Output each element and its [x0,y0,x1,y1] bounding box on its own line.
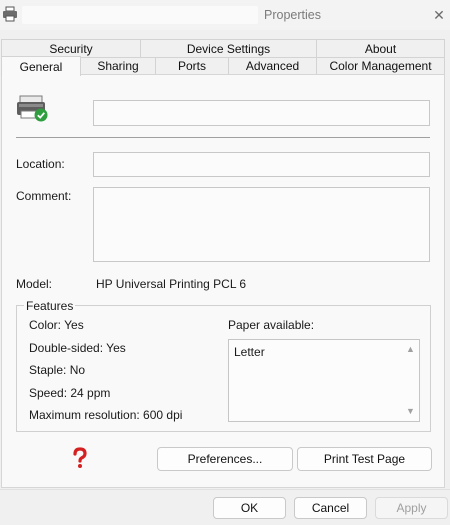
location-input[interactable] [93,152,430,177]
cancel-button[interactable]: Cancel [294,497,367,519]
scroll-down-icon[interactable]: ▼ [406,406,415,416]
tab-about[interactable]: About [316,39,445,58]
button-label: Apply [396,501,427,515]
tab-device-settings[interactable]: Device Settings [140,39,317,58]
tab-color-management[interactable]: Color Management [316,57,445,75]
comment-textarea[interactable] [93,187,430,262]
tab-label: About [364,41,397,56]
tab-general[interactable]: General [1,56,81,76]
feature-color: Color: Yes [29,318,84,332]
tab-advanced[interactable]: Advanced [228,57,317,75]
list-item[interactable]: Letter [234,345,265,359]
apply-button[interactable]: Apply [375,497,448,519]
model-label: Model: [16,277,53,291]
comment-label: Comment: [16,189,72,203]
printer-ready-icon [16,94,50,124]
tab-label: Advanced [245,59,300,73]
preferences-button[interactable]: Preferences... [157,447,293,471]
close-icon: ✕ [433,6,445,23]
feature-max-resolution: Maximum resolution: 600 dpi [29,408,183,422]
help-icon[interactable] [70,446,90,476]
feature-speed: Speed: 24 ppm [29,386,111,400]
feature-staple: Staple: No [29,363,86,377]
window-title: Properties [264,8,321,22]
tab-label: Sharing [97,59,139,73]
tab-label: Security [49,41,93,56]
tab-label: Color Management [329,59,432,73]
tab-sharing[interactable]: Sharing [80,57,156,75]
button-label: Print Test Page [323,452,406,466]
paper-available-label: Paper available: [228,318,315,332]
redacted-printer-name [22,6,258,24]
tab-label: Device Settings [186,41,271,56]
button-label: OK [240,501,259,515]
printer-name-input[interactable] [93,100,430,126]
scroll-up-icon[interactable]: ▲ [406,344,415,354]
printer-icon [2,6,18,22]
tab-ports[interactable]: Ports [155,57,229,75]
model-value: HP Universal Printing PCL 6 [96,277,247,291]
close-button[interactable]: ✕ [428,4,450,26]
button-label: Cancel [311,501,350,515]
print-test-page-button[interactable]: Print Test Page [297,447,432,471]
location-label: Location: [16,157,65,171]
button-label: Preferences... [187,452,263,466]
divider [16,137,430,138]
feature-double-sided: Double-sided: Yes [29,341,126,355]
features-legend: Features [24,299,76,313]
tab-label: General [19,59,63,74]
ok-button[interactable]: OK [213,497,286,519]
tab-label: Ports [177,59,206,73]
